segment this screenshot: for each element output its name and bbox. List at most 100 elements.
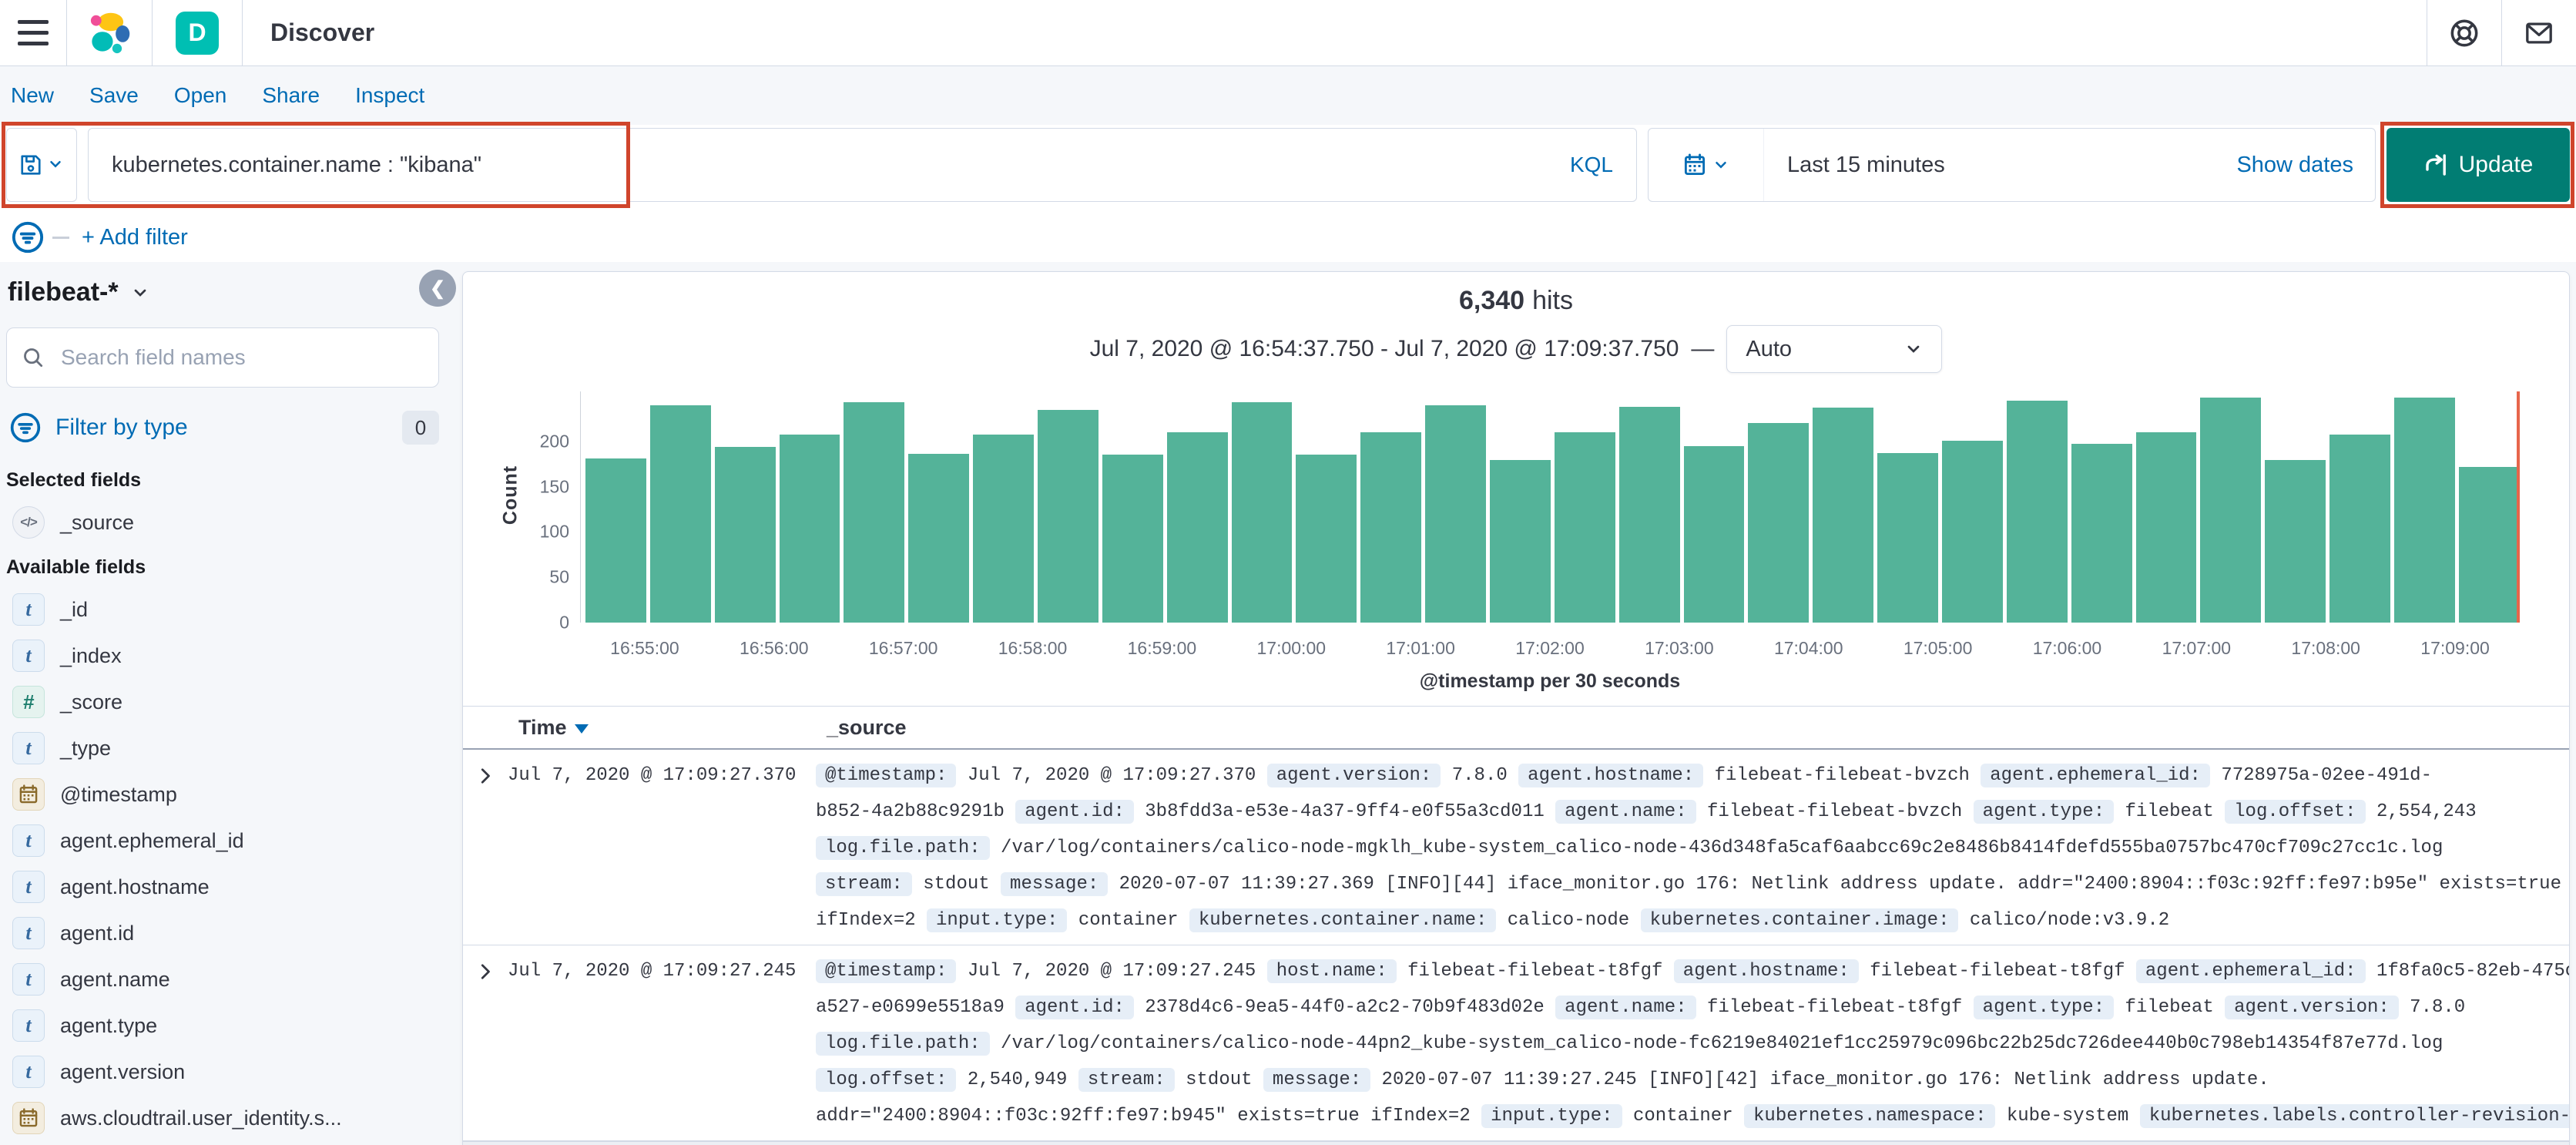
histogram-bar-4[interactable]: [844, 402, 905, 623]
histogram-bar-26[interactable]: [2265, 460, 2326, 623]
field-badge: agent.ephemeral_id:: [1981, 764, 2210, 787]
field-badge: agent.id:: [1015, 996, 1134, 1019]
field-name: _index: [60, 643, 122, 667]
histogram-bar-21[interactable]: [1942, 440, 2003, 623]
histogram-bar-29[interactable]: [2458, 466, 2520, 623]
histogram-bar-15[interactable]: [1554, 431, 1615, 623]
field-aws.cloudtrail.user_identity.s...[interactable]: aws.cloudtrail.user_identity.s...: [6, 1095, 439, 1141]
field-value: b852-4a2b88c9291b: [816, 801, 1016, 822]
x-axis-ticks: 16:55:00 16:56:00 16:57:00 16:58:00 16:59:00…: [580, 638, 2520, 664]
field-_type[interactable]: t _type: [6, 725, 439, 771]
histogram-bar-24[interactable]: [2135, 431, 2197, 623]
histogram-bar-22[interactable]: [2006, 400, 2068, 623]
newsfeed-icon[interactable]: [2502, 0, 2576, 66]
expand-row-button[interactable]: [463, 757, 508, 938]
field-value: /var/log/containers/calico-node-mgklh_ku…: [989, 838, 2444, 858]
histogram-bar-0[interactable]: [585, 458, 646, 623]
histogram-bar-27[interactable]: [2329, 435, 2391, 623]
nav-inspect-button[interactable]: Inspect: [355, 83, 424, 108]
y-tick-100: 100: [539, 521, 569, 542]
field-_index[interactable]: t _index: [6, 633, 439, 679]
histogram-bar-25[interactable]: [2200, 398, 2262, 623]
field-value: filebeat-filebeat-t8fgf: [1396, 961, 1674, 982]
histogram-bar-3[interactable]: [779, 435, 840, 623]
search-field-names-input[interactable]: [6, 327, 439, 388]
index-pattern-switcher[interactable]: filebeat-*: [8, 277, 439, 307]
field-@timestamp[interactable]: @timestamp: [6, 771, 439, 818]
documents-table: Time _source Jul 7, 2020 @ 17:09:27.370 @…: [463, 706, 2569, 1145]
filter-by-type-button[interactable]: Filter by type: [55, 415, 402, 441]
show-dates-button[interactable]: Show dates: [2236, 153, 2353, 178]
histogram-bar-19[interactable]: [1813, 408, 1874, 623]
histogram-bar-17[interactable]: [1683, 445, 1745, 623]
histogram-bar-11[interactable]: [1296, 455, 1357, 623]
histogram-plot-area[interactable]: [580, 391, 2520, 623]
field-value: container: [1622, 1106, 1745, 1127]
document-time: Jul 7, 2020 @ 17:09:27.245: [508, 961, 797, 982]
x-tick-17:08:00: 17:08:00: [2291, 638, 2360, 658]
field-value: 7.8.0: [2398, 997, 2466, 1018]
query-language-button[interactable]: KQL: [1570, 153, 1613, 177]
saved-query-menu-button[interactable]: [6, 128, 77, 202]
field-_score[interactable]: # _score: [6, 679, 439, 725]
field-agent.ephemeral_id[interactable]: t agent.ephemeral_id: [6, 818, 439, 864]
filter-icon[interactable]: [11, 220, 45, 254]
source-line: log.file.path: /var/log/containers/calic…: [816, 1026, 2569, 1062]
add-filter-button[interactable]: + Add filter: [82, 225, 188, 250]
field-agent.id[interactable]: t agent.id: [6, 910, 439, 956]
divider: [242, 0, 243, 66]
histogram-bar-1[interactable]: [649, 405, 711, 623]
nav-save-button[interactable]: Save: [89, 83, 139, 108]
collapse-sidebar-button[interactable]: ❮: [419, 270, 456, 307]
nav-new-button[interactable]: New: [11, 83, 54, 108]
source-line: log.file.path: /var/log/containers/calic…: [816, 830, 2569, 866]
refresh-icon: [2425, 154, 2446, 176]
menu-icon[interactable]: [0, 0, 66, 66]
histogram-bar-23[interactable]: [2071, 444, 2132, 623]
field-value: 2020-07-07 11:39:27.369 [INFO][44] iface…: [1108, 874, 2561, 895]
chevron-down-icon: [50, 160, 61, 168]
histogram-bar-5[interactable]: [908, 454, 970, 623]
y-tick-0: 0: [559, 612, 569, 633]
histogram-bar-7[interactable]: [1038, 409, 1098, 623]
histogram-bar-18[interactable]: [1748, 423, 1810, 623]
interval-select[interactable]: Auto: [1726, 325, 1943, 373]
field-agent.hostname[interactable]: t agent.hostname: [6, 864, 439, 910]
field-badge: agent.ephemeral_id:: [2135, 959, 2366, 983]
hits-number: 6,340: [1458, 286, 1525, 315]
histogram-bar-28[interactable]: [2394, 398, 2455, 623]
field-agent.version[interactable]: t agent.version: [6, 1049, 439, 1095]
field-badge: agent.hostname:: [1518, 764, 1704, 787]
histogram-bar-12[interactable]: [1360, 431, 1422, 623]
histogram-bar-6[interactable]: [973, 435, 1035, 623]
nav-share-button[interactable]: Share: [262, 83, 320, 108]
time-range-value[interactable]: Last 15 minutes: [1787, 153, 2236, 178]
histogram-bar-14[interactable]: [1490, 460, 1551, 623]
update-button[interactable]: Update: [2386, 128, 2570, 202]
histogram-bar-8[interactable]: [1102, 455, 1163, 623]
nav-open-button[interactable]: Open: [174, 83, 227, 108]
field-azure.auditlogs.properties.ac...[interactable]: azure.auditlogs.properties.ac...: [6, 1141, 439, 1145]
histogram-bar-20[interactable]: [1877, 453, 1939, 623]
field-_id[interactable]: t _id: [6, 586, 439, 633]
field-agent.type[interactable]: t agent.type: [6, 1002, 439, 1049]
elastic-logo[interactable]: [67, 0, 152, 66]
help-icon[interactable]: [2427, 0, 2501, 66]
date-quick-select-button[interactable]: [1649, 129, 1764, 201]
histogram-bar-2[interactable]: [714, 446, 776, 623]
time-column-header[interactable]: Time: [518, 716, 827, 740]
histogram-bar-16[interactable]: [1618, 407, 1680, 623]
field-value: 2,554,243: [2365, 801, 2477, 822]
histogram-bar-10[interactable]: [1231, 402, 1293, 623]
field-name: agent.ephemeral_id: [60, 828, 244, 852]
field-_source[interactable]: </> _source: [6, 499, 439, 546]
histogram-bar-13[interactable]: [1425, 405, 1487, 623]
field-badge: agent.type:: [1973, 996, 2115, 1019]
field-name: agent.type: [60, 1013, 158, 1037]
expand-row-button[interactable]: [463, 953, 508, 1134]
histogram-bar-9[interactable]: [1166, 431, 1228, 623]
query-input[interactable]: kubernetes.container.name : "kibana" KQL: [88, 128, 1637, 202]
field-name: _type: [60, 736, 112, 760]
field-agent.name[interactable]: t agent.name: [6, 956, 439, 1002]
x-tick-16:57:00: 16:57:00: [868, 638, 938, 658]
